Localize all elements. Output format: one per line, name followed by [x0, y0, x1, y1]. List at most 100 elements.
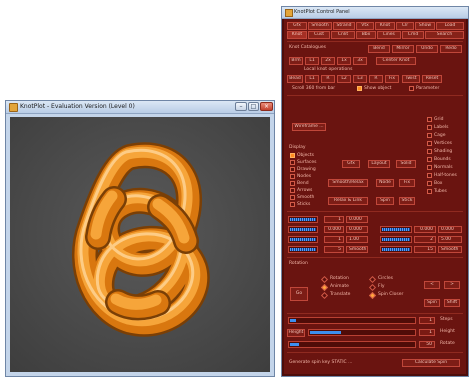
- fix-mid-button[interactable]: Fix: [399, 179, 415, 187]
- animate-radio[interactable]: [320, 283, 329, 292]
- 3d-render-canvas[interactable]: [10, 117, 270, 372]
- spin-button[interactable]: Spin: [376, 197, 394, 205]
- grid-checkbox[interactable]: [427, 117, 432, 122]
- close-button[interactable]: ×: [260, 102, 273, 111]
- tab-gfx[interactable]: Gfx: [287, 22, 307, 30]
- nodes-checkbox[interactable]: [290, 174, 295, 179]
- node-button[interactable]: Node: [376, 179, 394, 187]
- spin-side-button[interactable]: Spin: [424, 299, 440, 307]
- tubes-checkbox[interactable]: [427, 189, 432, 194]
- objects-checkbox[interactable]: [290, 153, 295, 158]
- param-field-2[interactable]: 0.000: [346, 216, 368, 223]
- l2-button[interactable]: L2: [337, 75, 351, 83]
- rotation-radio[interactable]: [320, 275, 329, 284]
- fly-radio[interactable]: [368, 283, 377, 292]
- next-button[interactable]: >: [444, 281, 460, 289]
- param-field-1[interactable]: 1: [324, 216, 344, 223]
- translate-radio[interactable]: [320, 291, 329, 300]
- bead-button[interactable]: Bead: [287, 75, 303, 83]
- arrows-checkbox[interactable]: [290, 188, 295, 193]
- smooth-checkbox[interactable]: [290, 195, 295, 200]
- cage-checkbox[interactable]: [427, 133, 432, 138]
- redo-button[interactable]: Redo: [440, 45, 462, 53]
- tab-clr[interactable]: Clr: [396, 22, 414, 30]
- parameter-checkbox[interactable]: [409, 86, 414, 91]
- tab-cust[interactable]: Cust: [308, 31, 330, 39]
- tab-show[interactable]: Show: [415, 22, 435, 30]
- solid-button[interactable]: Solid: [396, 160, 416, 168]
- param-slider-6[interactable]: [288, 246, 318, 253]
- r-button[interactable]: R: [321, 75, 335, 83]
- param-field-12[interactable]: Smooth: [346, 246, 368, 253]
- drawing-checkbox[interactable]: [290, 167, 295, 172]
- labels-checkbox[interactable]: [427, 125, 432, 130]
- param-field-14[interactable]: Smooth: [438, 246, 462, 253]
- sticks-checkbox[interactable]: [290, 202, 295, 207]
- param-slider-3[interactable]: [380, 226, 412, 233]
- minimize-button[interactable]: –: [235, 102, 247, 111]
- tab-cnlit[interactable]: Cnlit: [331, 31, 355, 39]
- panel-titlebar[interactable]: KnotPlot Control Panel: [282, 7, 468, 19]
- shift-button[interactable]: Shift: [444, 299, 460, 307]
- go-button[interactable]: Go: [290, 287, 308, 301]
- steps-value[interactable]: 1: [419, 317, 435, 324]
- bend-button[interactable]: Bend: [368, 45, 390, 53]
- param-slider-2[interactable]: [288, 226, 318, 233]
- param-field-7[interactable]: 1: [324, 236, 344, 243]
- r2-button[interactable]: R: [369, 75, 383, 83]
- param-field-5[interactable]: 0.000: [414, 226, 436, 233]
- spin-closer-radio[interactable]: [368, 291, 377, 300]
- param-field-4[interactable]: 0.000: [346, 226, 368, 233]
- fix-button[interactable]: Fix: [385, 75, 399, 83]
- 1x-button[interactable]: 1x: [337, 57, 351, 65]
- maximize-button[interactable]: □: [248, 102, 259, 111]
- circles-radio[interactable]: [368, 275, 377, 284]
- tab-strand[interactable]: Strand: [333, 22, 355, 30]
- normals-checkbox[interactable]: [427, 165, 432, 170]
- shading-checkbox[interactable]: [427, 149, 432, 154]
- l1-button[interactable]: L1: [305, 57, 319, 65]
- bend-checkbox[interactable]: [290, 181, 295, 186]
- bounds-checkbox[interactable]: [427, 157, 432, 162]
- prev-button[interactable]: <: [424, 281, 440, 289]
- height-value[interactable]: 1: [419, 329, 435, 336]
- tab-search[interactable]: Search: [425, 31, 464, 39]
- half-tones-checkbox[interactable]: [427, 173, 432, 178]
- 2x-button[interactable]: 2x: [321, 57, 335, 65]
- gfx-button[interactable]: Gfx: [342, 160, 360, 168]
- param-field-6[interactable]: 0.000: [438, 226, 462, 233]
- l1b-button[interactable]: L1: [305, 75, 319, 83]
- smooth-relax-button[interactable]: Smooth/Relax: [328, 179, 368, 187]
- param-field-3[interactable]: 0.000: [324, 226, 344, 233]
- param-field-8[interactable]: 1.00: [346, 236, 368, 243]
- viewer-titlebar[interactable]: KnotPlot - Evaluation Version (Level 0) …: [6, 101, 274, 114]
- tab-lines[interactable]: Lines: [377, 31, 401, 39]
- tab-knot-2[interactable]: Knot: [287, 31, 307, 39]
- rotate-value[interactable]: 50: [419, 341, 435, 348]
- tab-vtx[interactable]: Vtx: [356, 22, 374, 30]
- 3x-button[interactable]: 3x: [353, 57, 367, 65]
- height-button[interactable]: Height: [287, 329, 305, 337]
- l3-button[interactable]: L3: [353, 75, 367, 83]
- param-field-11[interactable]: 5: [324, 246, 344, 253]
- rotate-slider[interactable]: [288, 341, 416, 348]
- undo-button[interactable]: Undo: [416, 45, 438, 53]
- mirror-button[interactable]: Mirror: [392, 45, 414, 53]
- tab-smooth[interactable]: Smooth: [308, 22, 332, 30]
- height-slider[interactable]: [308, 329, 416, 336]
- param-field-13[interactable]: 15: [414, 246, 436, 253]
- param-slider-7[interactable]: [380, 246, 412, 253]
- tab-load[interactable]: Load: [436, 22, 464, 30]
- param-field-9[interactable]: 2: [414, 236, 436, 243]
- param-field-10[interactable]: 5.00: [438, 236, 462, 243]
- brm-button[interactable]: Brm: [289, 57, 303, 65]
- param-slider-4[interactable]: [288, 236, 318, 243]
- reset-button[interactable]: Reset: [422, 75, 442, 83]
- param-slider-5[interactable]: [380, 236, 412, 243]
- center-knot-button[interactable]: Center Knot: [376, 57, 416, 65]
- param-slider-1[interactable]: [288, 216, 318, 223]
- box-checkbox[interactable]: [427, 181, 432, 186]
- wireframe-button[interactable]: Wireframe ...: [292, 123, 326, 131]
- steps-slider[interactable]: [288, 317, 416, 324]
- tab-knot[interactable]: Knot: [375, 22, 395, 30]
